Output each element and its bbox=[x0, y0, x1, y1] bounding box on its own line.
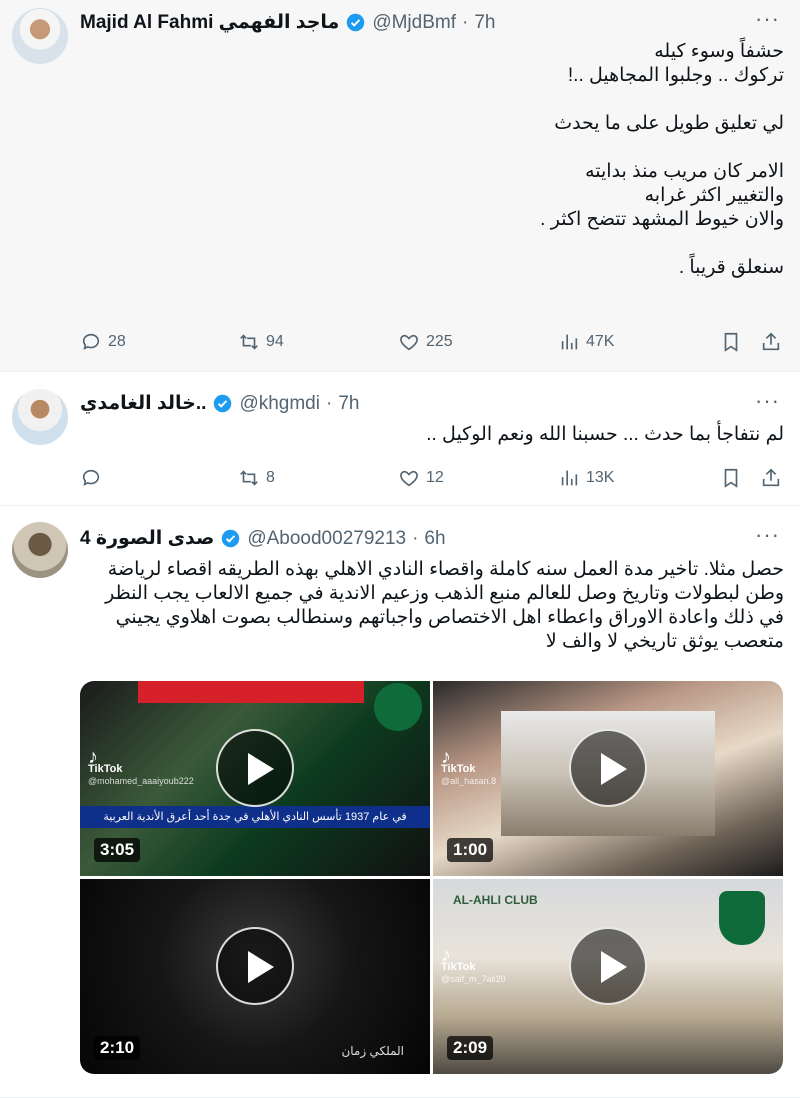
timestamp[interactable]: 6h bbox=[424, 528, 445, 550]
reply-icon bbox=[82, 333, 100, 350]
play-icon[interactable] bbox=[216, 728, 294, 807]
views-count: 47K bbox=[586, 333, 615, 350]
play-icon[interactable] bbox=[569, 728, 647, 807]
author-name[interactable]: خالد الغامدي.. bbox=[80, 392, 206, 415]
timestamp[interactable]: 7h bbox=[338, 393, 359, 415]
retweet-icon bbox=[240, 470, 258, 486]
tweet-text: حصل مثلا. تاخير مدة العمل سنه كاملة واقص… bbox=[105, 559, 784, 652]
retweet-icon bbox=[240, 334, 258, 350]
video-banner: في عام 1937 تأسس النادي الأهلي في جدة أح… bbox=[80, 806, 430, 828]
like-button[interactable]: 225 bbox=[398, 331, 453, 353]
video-thumbnail[interactable]: ♪ TikTok @ali_hasan.8 1:00 bbox=[433, 681, 783, 876]
tweet-text: حشفاً وسوء كيله تركوك .. وجلبوا المجاهيل… bbox=[540, 41, 784, 278]
separator-dot: · bbox=[325, 392, 333, 414]
views-icon bbox=[561, 334, 578, 350]
verified-badge-icon bbox=[222, 529, 240, 548]
retweet-button[interactable]: 8 bbox=[238, 467, 275, 489]
tweet-header: خالد الغامدي.. @khgmdi · 7h bbox=[80, 392, 359, 415]
views-count: 13K bbox=[586, 469, 615, 486]
separator-dot: · bbox=[462, 11, 469, 33]
more-options-button[interactable]: ··· bbox=[755, 6, 780, 32]
bookmark-button[interactable] bbox=[720, 467, 742, 489]
share-icon bbox=[762, 332, 780, 351]
tweet-text: لم نتفاجأ بما حدث ... حسبنا الله ونعم ال… bbox=[426, 424, 784, 445]
timestamp[interactable]: 7h bbox=[474, 12, 495, 34]
reply-icon bbox=[82, 469, 100, 486]
tiktok-icon: ♪ bbox=[441, 944, 451, 966]
reply-button[interactable]: 28 bbox=[80, 331, 126, 353]
tiktok-watermark: ♪ TikTok @ali_hasan.8 bbox=[441, 746, 497, 786]
retweet-count: 8 bbox=[266, 469, 275, 486]
video-duration: 3:05 bbox=[94, 838, 141, 862]
club-logo bbox=[719, 891, 765, 945]
video-duration: 1:00 bbox=[447, 838, 494, 862]
views-button[interactable]: 47K bbox=[558, 331, 614, 353]
more-options-button[interactable]: ··· bbox=[755, 522, 780, 548]
video-grid: ♪ TikTok @mohamed_aaaiyoub222 في عام 193… bbox=[80, 681, 783, 1074]
video-thumbnail[interactable]: AL-AHLI CLUB ♪ TikTok @saif_m_7ali20 2:0… bbox=[433, 879, 783, 1074]
bookmark-icon bbox=[724, 468, 738, 488]
more-options-button[interactable]: ··· bbox=[755, 388, 780, 414]
like-count: 12 bbox=[426, 469, 444, 486]
verified-badge-icon bbox=[214, 394, 232, 413]
video-overlay-bar bbox=[138, 681, 364, 703]
share-button[interactable] bbox=[760, 467, 782, 489]
retweet-count: 94 bbox=[266, 333, 284, 350]
separator-dot: · bbox=[412, 527, 419, 549]
bookmark-icon bbox=[724, 332, 738, 352]
reply-button[interactable] bbox=[80, 467, 108, 489]
avatar[interactable] bbox=[12, 522, 68, 578]
share-button[interactable] bbox=[760, 331, 782, 353]
verified-badge-icon bbox=[347, 13, 365, 32]
video-duration: 2:09 bbox=[447, 1036, 494, 1060]
reply-count: 28 bbox=[108, 333, 126, 350]
tweet[interactable]: Majid Al Fahmi ماجد الفهمي @MjdBmf · 7h … bbox=[0, 0, 800, 372]
action-bar: 28 94 225 47K bbox=[80, 327, 788, 357]
tweet-header: Majid Al Fahmi ماجد الفهمي @MjdBmf · 7h bbox=[80, 11, 495, 34]
like-count: 225 bbox=[426, 333, 453, 350]
video-caption: الملكي زمان bbox=[341, 1044, 404, 1058]
play-icon[interactable] bbox=[569, 926, 647, 1005]
club-logo bbox=[374, 683, 422, 731]
author-handle[interactable]: @Abood00279213 bbox=[247, 528, 406, 550]
author-name[interactable]: Majid Al Fahmi ماجد الفهمي bbox=[80, 11, 339, 34]
share-icon bbox=[762, 468, 780, 487]
heart-icon bbox=[400, 334, 418, 351]
tiktok-icon: ♪ bbox=[441, 746, 451, 768]
tweet-header: صدى الصورة 4 @Abood00279213 · 6h bbox=[80, 527, 446, 550]
like-button[interactable]: 12 bbox=[398, 467, 444, 489]
bookmark-button[interactable] bbox=[720, 331, 742, 353]
heart-icon bbox=[400, 470, 418, 487]
play-icon[interactable] bbox=[216, 926, 294, 1005]
action-bar: 8 12 13K bbox=[80, 463, 788, 493]
tiktok-watermark: ♪ TikTok @saif_m_7ali20 bbox=[441, 944, 506, 984]
avatar[interactable] bbox=[12, 8, 68, 64]
tiktok-icon: ♪ bbox=[88, 746, 98, 768]
club-sign: AL-AHLI CLUB bbox=[453, 893, 538, 907]
video-thumbnail[interactable]: الملكي زمان 2:10 bbox=[80, 879, 430, 1074]
video-duration: 2:10 bbox=[94, 1036, 141, 1060]
author-handle[interactable]: @MjdBmf bbox=[372, 12, 456, 34]
author-name[interactable]: صدى الصورة 4 bbox=[80, 527, 214, 550]
views-button[interactable]: 13K bbox=[558, 467, 614, 489]
views-icon bbox=[561, 470, 578, 486]
video-thumbnail[interactable]: ♪ TikTok @mohamed_aaaiyoub222 في عام 193… bbox=[80, 681, 430, 876]
author-handle[interactable]: @khgmdi bbox=[239, 393, 320, 415]
tiktok-watermark: ♪ TikTok @mohamed_aaaiyoub222 bbox=[88, 746, 194, 786]
retweet-button[interactable]: 94 bbox=[238, 331, 284, 353]
avatar[interactable] bbox=[12, 389, 68, 445]
